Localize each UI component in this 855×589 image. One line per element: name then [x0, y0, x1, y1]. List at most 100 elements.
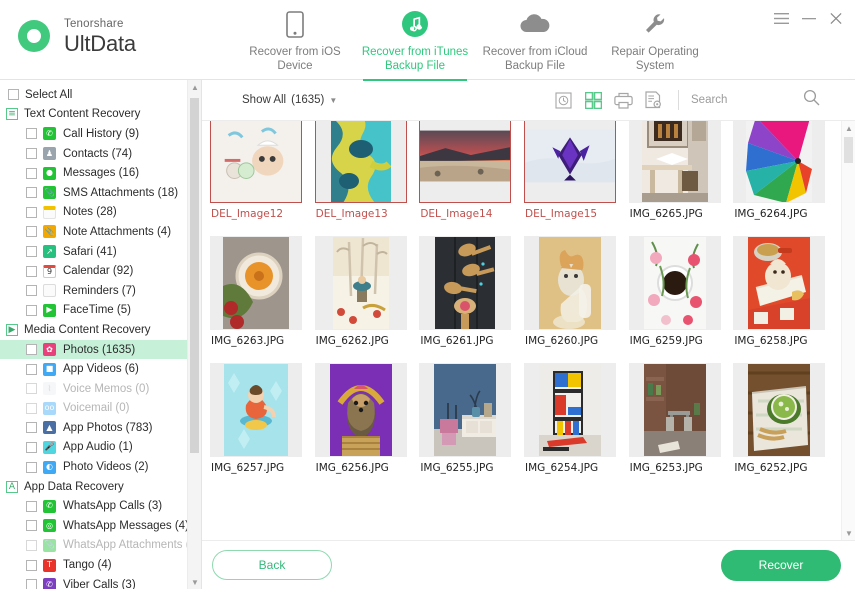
- search-input[interactable]: [691, 94, 803, 106]
- item-checkbox[interactable]: [26, 462, 37, 473]
- item-checkbox[interactable]: [26, 520, 37, 531]
- scroll-up-icon[interactable]: ▲: [188, 80, 202, 94]
- item-checkbox[interactable]: [26, 168, 37, 179]
- photo-cell[interactable]: IMG_6261.JPG: [419, 230, 520, 357]
- photo-thumbnail[interactable]: [524, 121, 616, 203]
- nav-repair-operating-system[interactable]: Repair Operating System: [595, 0, 715, 80]
- grid-scroll-down-icon[interactable]: ▼: [842, 526, 855, 540]
- photo-thumbnail[interactable]: [210, 363, 302, 457]
- item-checkbox[interactable]: [26, 246, 37, 257]
- photo-thumbnail[interactable]: [629, 363, 721, 457]
- sidebar-scroll-thumb[interactable]: [190, 98, 199, 453]
- grid-scroll-up-icon[interactable]: ▲: [842, 121, 855, 135]
- item-checkbox[interactable]: [26, 403, 37, 414]
- group-expand-icon[interactable]: ≡: [6, 108, 18, 120]
- item-checkbox[interactable]: [26, 148, 37, 159]
- grid-view-button[interactable]: [578, 87, 608, 113]
- search-box[interactable]: [691, 89, 841, 111]
- sidebar-item-app-videos[interactable]: ■App Videos (6): [0, 359, 187, 379]
- minimize-button[interactable]: [802, 12, 816, 30]
- photo-cell[interactable]: IMG_6262.JPG: [315, 230, 416, 357]
- sidebar-item-tango[interactable]: TTango (4): [0, 555, 187, 575]
- sidebar-item-phone[interactable]: ✆Call History (9): [0, 124, 187, 144]
- photo-thumbnail[interactable]: [315, 363, 407, 457]
- photo-cell[interactable]: DEL_Image12: [210, 121, 311, 230]
- item-checkbox[interactable]: [26, 305, 37, 316]
- item-checkbox[interactable]: [26, 579, 37, 589]
- item-checkbox[interactable]: [26, 560, 37, 571]
- photo-cell[interactable]: IMG_6265.JPG: [629, 121, 730, 230]
- show-all-dropdown[interactable]: Show All (1635) ▼: [242, 94, 337, 106]
- photo-cell[interactable]: IMG_6258.JPG: [733, 230, 834, 357]
- sidebar-item-voicemail[interactable]: ooVoicemail (0): [0, 399, 187, 419]
- photo-thumbnail[interactable]: [419, 236, 511, 330]
- grid-scroll-thumb[interactable]: [844, 137, 853, 163]
- sidebar-item-messages[interactable]: ●Messages (16): [0, 163, 187, 183]
- photo-thumbnail[interactable]: [419, 363, 511, 457]
- sidebar-item-viber-calls[interactable]: ✆Viber Calls (3): [0, 575, 187, 589]
- item-checkbox[interactable]: [26, 266, 37, 277]
- sidebar-item-whatsapp-calls[interactable]: ✆WhatsApp Calls (3): [0, 496, 187, 516]
- sidebar-item-facetime[interactable]: ▶FaceTime (5): [0, 301, 187, 321]
- sidebar-group-app-data-recovery[interactable]: AApp Data Recovery: [0, 477, 187, 497]
- menu-button[interactable]: [774, 12, 789, 30]
- photo-cell[interactable]: IMG_6253.JPG: [629, 357, 730, 484]
- photo-cell[interactable]: IMG_6257.JPG: [210, 357, 311, 484]
- photo-cell[interactable]: IMG_6264.JPG: [733, 121, 834, 230]
- sidebar-item-note-attachment[interactable]: 📎Note Attachments (4): [0, 222, 187, 242]
- photo-thumbnail[interactable]: [629, 121, 721, 203]
- photo-cell[interactable]: IMG_6263.JPG: [210, 230, 311, 357]
- item-checkbox[interactable]: [26, 285, 37, 296]
- item-checkbox[interactable]: [26, 540, 37, 551]
- photo-thumbnail[interactable]: [315, 121, 407, 203]
- item-checkbox[interactable]: [26, 128, 37, 139]
- sidebar-group-text-content-recovery[interactable]: ≡Text Content Recovery: [0, 105, 187, 125]
- export-settings-button[interactable]: [638, 87, 668, 113]
- back-button[interactable]: Back: [212, 550, 332, 580]
- sidebar-item-photo-videos[interactable]: ◐Photo Videos (2): [0, 457, 187, 477]
- photo-thumbnail[interactable]: [315, 236, 407, 330]
- sidebar-item-voice-memos[interactable]: ⌇Voice Memos (0): [0, 379, 187, 399]
- group-expand-icon[interactable]: A: [6, 481, 18, 493]
- photo-cell[interactable]: IMG_6260.JPG: [524, 230, 625, 357]
- photo-thumbnail[interactable]: [524, 363, 616, 457]
- time-view-button[interactable]: [548, 87, 578, 113]
- recover-button[interactable]: Recover: [721, 550, 841, 581]
- item-checkbox[interactable]: [26, 442, 37, 453]
- scroll-down-icon[interactable]: ▼: [188, 575, 202, 589]
- sidebar-item-sms-attachment[interactable]: 📎SMS Attachments (18): [0, 183, 187, 203]
- photo-cell[interactable]: IMG_6259.JPG: [629, 230, 730, 357]
- photo-thumbnail[interactable]: [524, 236, 616, 330]
- sidebar-select-all[interactable]: Select All: [0, 85, 187, 105]
- nav-recover-from-itunes-backup[interactable]: Recover from iTunes Backup File: [355, 0, 475, 80]
- sidebar-item-safari[interactable]: ↗Safari (41): [0, 242, 187, 262]
- item-checkbox[interactable]: [26, 226, 37, 237]
- photo-cell[interactable]: DEL_Image15: [524, 121, 625, 230]
- sidebar-item-contacts[interactable]: ♟Contacts (74): [0, 144, 187, 164]
- sidebar-item-calendar[interactable]: 9Calendar (92): [0, 261, 187, 281]
- search-icon[interactable]: [803, 89, 820, 111]
- close-button[interactable]: [829, 12, 843, 30]
- sidebar-scrollbar[interactable]: ▲ ▼: [187, 80, 201, 589]
- photo-cell[interactable]: IMG_6252.JPG: [733, 357, 834, 484]
- sidebar-item-reminders[interactable]: Reminders (7): [0, 281, 187, 301]
- sidebar-item-app-photos[interactable]: ▲App Photos (783): [0, 418, 187, 438]
- photo-thumbnail[interactable]: [210, 236, 302, 330]
- nav-recover-from-icloud-backup[interactable]: Recover from iCloud Backup File: [475, 0, 595, 80]
- photo-cell[interactable]: DEL_Image13: [315, 121, 416, 230]
- item-checkbox[interactable]: [26, 364, 37, 375]
- item-checkbox[interactable]: [26, 344, 37, 355]
- sidebar-item-whatsapp-attachments[interactable]: 📎WhatsApp Attachments (0): [0, 536, 187, 556]
- sidebar-group-media-content-recovery[interactable]: ▶Media Content Recovery: [0, 320, 187, 340]
- photo-cell[interactable]: IMG_6255.JPG: [419, 357, 520, 484]
- photo-cell[interactable]: IMG_6256.JPG: [315, 357, 416, 484]
- group-expand-icon[interactable]: ▶: [6, 324, 18, 336]
- photo-thumbnail[interactable]: [210, 121, 302, 203]
- grid-scrollbar[interactable]: ▲ ▼: [841, 121, 855, 540]
- item-checkbox[interactable]: [26, 383, 37, 394]
- select-all-checkbox[interactable]: [8, 89, 19, 100]
- sidebar-item-notes[interactable]: Notes (28): [0, 203, 187, 223]
- sidebar-item-app-audio[interactable]: 🎤App Audio (1): [0, 438, 187, 458]
- sidebar-item-whatsapp-messages[interactable]: ◎WhatsApp Messages (4): [0, 516, 187, 536]
- item-checkbox[interactable]: [26, 501, 37, 512]
